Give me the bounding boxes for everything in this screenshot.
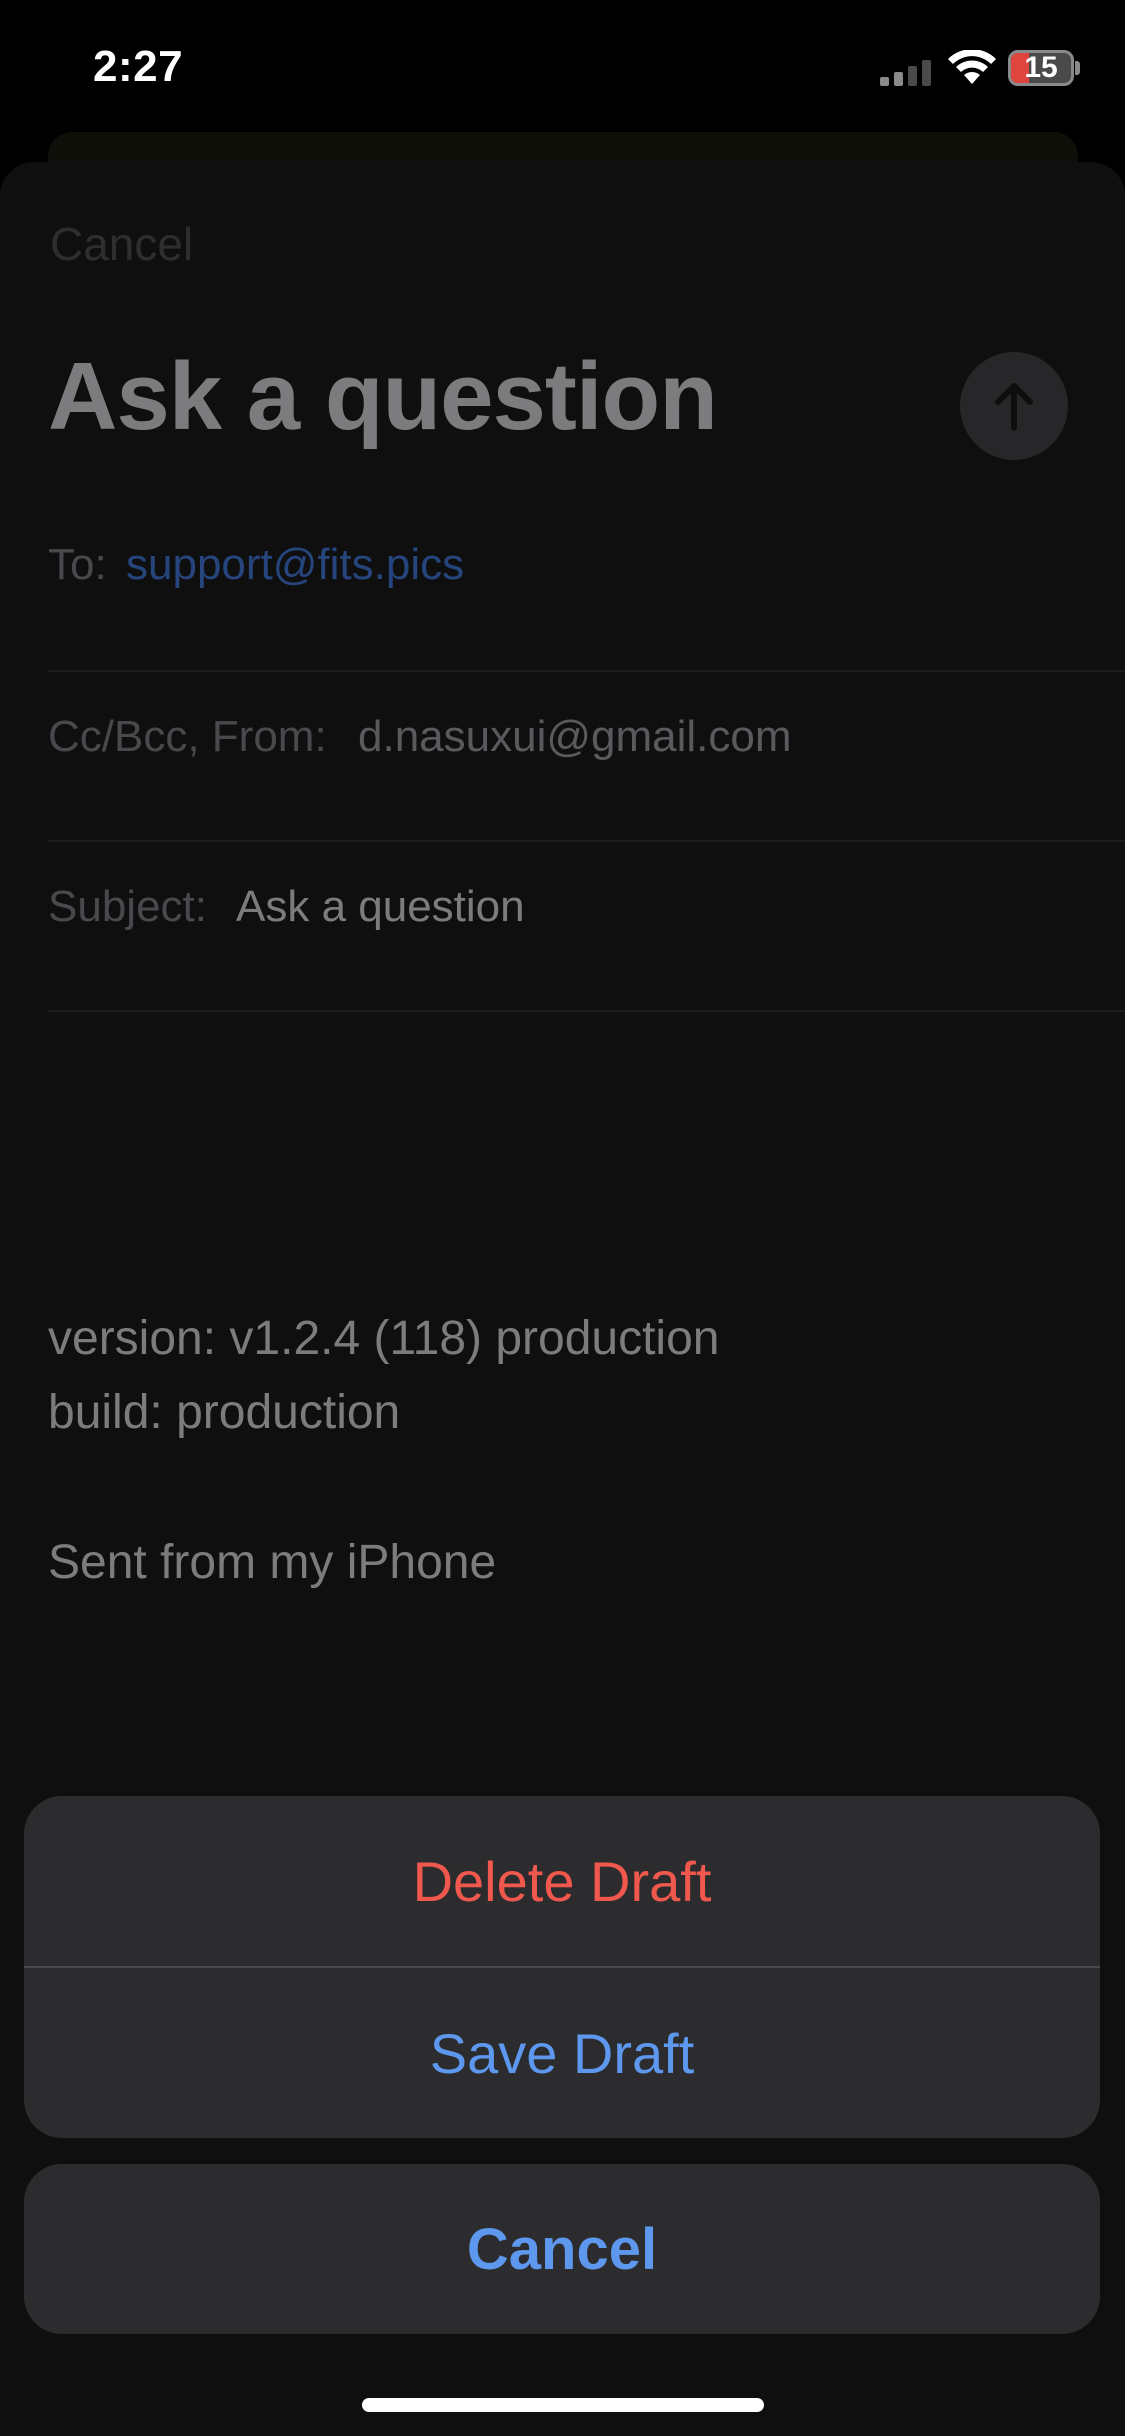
action-cancel-button[interactable]: Cancel bbox=[24, 2164, 1100, 2334]
wifi-icon bbox=[948, 50, 996, 84]
signal-icon bbox=[880, 60, 931, 86]
subject-row[interactable]: Subject: Ask a question bbox=[48, 842, 1125, 1012]
subject-label: Subject: bbox=[48, 882, 207, 931]
status-time: 2:27 bbox=[93, 42, 184, 91]
to-label: To: bbox=[48, 540, 107, 589]
delete-draft-button[interactable]: Delete Draft bbox=[24, 1796, 1100, 1966]
home-indicator[interactable] bbox=[362, 2398, 764, 2412]
send-button[interactable] bbox=[960, 352, 1068, 460]
arrow-up-icon bbox=[995, 383, 1033, 431]
to-row[interactable]: To: support@fits.pics bbox=[48, 502, 1125, 672]
from-address[interactable]: d.nasuxui@gmail.com bbox=[358, 712, 792, 762]
cc-from-row[interactable]: Cc/Bcc, From: d.nasuxui@gmail.com bbox=[48, 672, 1125, 842]
body-build-line: build: production bbox=[48, 1386, 401, 1439]
action-sheet: Delete Draft Save Draft bbox=[24, 1796, 1100, 2138]
compose-title: Ask a question bbox=[48, 343, 718, 450]
body-version-line: version: v1.2.4 (118) production bbox=[48, 1312, 720, 1365]
cc-from-label: Cc/Bcc, From: bbox=[48, 712, 327, 761]
save-draft-button[interactable]: Save Draft bbox=[24, 1968, 1100, 2138]
compose-cancel-button[interactable]: Cancel bbox=[50, 217, 193, 271]
battery-level: 15 bbox=[1024, 51, 1058, 84]
body-signature: Sent from my iPhone bbox=[48, 1536, 497, 1589]
status-bar: 2:27 15 bbox=[0, 0, 1125, 135]
to-recipient[interactable]: support@fits.pics bbox=[126, 540, 464, 590]
subject-field[interactable]: Ask a question bbox=[236, 882, 525, 932]
battery-icon: 15 bbox=[1008, 48, 1080, 88]
screen: 2:27 15 Cancel Ask a question To: suppor… bbox=[0, 0, 1125, 2436]
